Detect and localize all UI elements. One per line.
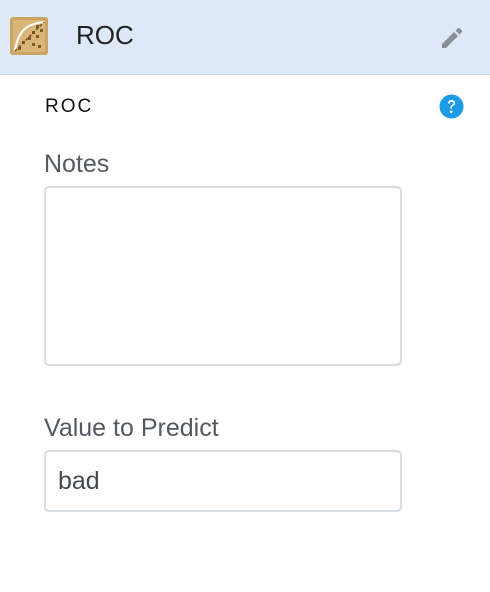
value-to-predict-input[interactable] <box>44 450 402 512</box>
notes-textarea[interactable] <box>44 186 402 366</box>
node-type-label: ROC <box>45 96 94 117</box>
properties-panel: ROC ROC Notes Value to Predict <box>0 0 490 592</box>
panel-header: ROC <box>0 0 490 75</box>
node-title: ROC <box>76 20 134 50</box>
pencil-icon[interactable] <box>438 25 464 51</box>
notes-label: Notes <box>44 150 110 178</box>
value-to-predict-label: Value to Predict <box>44 414 219 442</box>
roc-curve-icon <box>10 17 48 55</box>
question-circle-icon[interactable] <box>439 94 464 119</box>
